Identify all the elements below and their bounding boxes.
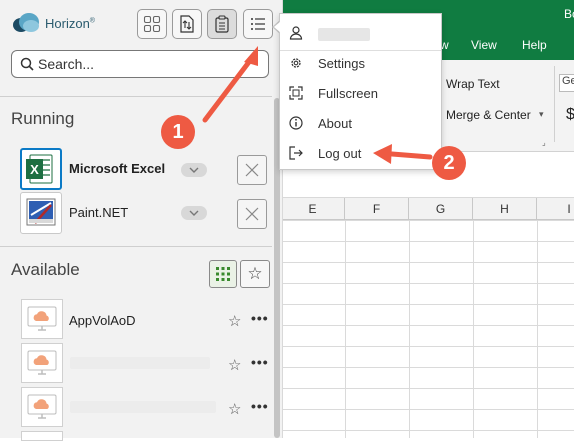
excel-app-icon[interactable]: X — [20, 148, 62, 190]
redacted-app-name[interactable] — [70, 357, 210, 369]
worksheet-grid[interactable] — [276, 220, 574, 438]
column-header-g[interactable]: G — [409, 198, 473, 220]
menu-item-user — [280, 18, 441, 48]
column-header-i[interactable]: I — [537, 198, 574, 220]
search-icon — [20, 57, 34, 71]
list-menu-icon — [251, 18, 265, 30]
remote-app-cloud-icon — [27, 394, 57, 419]
running-app-name-excel[interactable]: Microsoft Excel — [69, 161, 165, 176]
section-divider — [0, 246, 272, 247]
menu-pointer-fill — [274, 21, 281, 33]
dialog-launcher-icon[interactable]: ⌟ — [542, 138, 546, 147]
paintnet-app-icon[interactable] — [20, 192, 62, 234]
horizon-sidebar: Horizon® Search... Running X Microsoft E… — [0, 0, 283, 441]
menu-item-settings[interactable]: Settings — [280, 48, 441, 78]
star-icon: ☆ — [247, 264, 263, 283]
switch-desktop-button[interactable] — [137, 9, 167, 39]
available-app-name[interactable]: AppVolAoD — [69, 313, 136, 328]
favorite-star-icon[interactable]: ☆ — [228, 314, 241, 329]
redacted-app-name[interactable] — [70, 401, 216, 413]
paintnet-expand-button[interactable] — [181, 206, 207, 220]
file-transfer-button[interactable] — [172, 9, 202, 39]
logout-icon — [289, 146, 303, 160]
callout-badge-1: 1 — [161, 115, 195, 149]
excel-tab-help[interactable]: Help — [522, 38, 547, 52]
callout-badge-2: 2 — [432, 146, 466, 180]
menu-item-about[interactable]: About — [280, 108, 441, 138]
menu-label-logout: Log out — [318, 146, 362, 161]
gear-icon — [291, 58, 301, 68]
menu-item-logout[interactable]: Log out — [280, 138, 441, 168]
close-paintnet-button[interactable] — [237, 199, 267, 229]
favorite-star-icon[interactable]: ☆ — [228, 358, 241, 373]
currency-format-button[interactable]: $ — [566, 106, 574, 124]
menu-button[interactable] — [243, 9, 273, 39]
close-icon — [245, 207, 259, 221]
grid-view-button[interactable] — [209, 260, 237, 288]
more-options-icon[interactable]: ••• — [251, 311, 269, 325]
menu-label-settings: Settings — [318, 56, 365, 71]
menu-label-fullscreen: Fullscreen — [318, 86, 378, 101]
clipboard-button[interactable] — [207, 9, 237, 39]
merge-dropdown-icon[interactable]: ▾ — [539, 109, 544, 120]
user-icon — [289, 26, 303, 40]
clipboard-icon — [215, 15, 229, 33]
close-icon — [245, 163, 259, 177]
menu-label-about: About — [318, 116, 352, 131]
ribbon-separator — [554, 66, 555, 142]
column-header-f[interactable]: F — [345, 198, 409, 220]
favorites-filter-button[interactable]: ☆ — [240, 260, 270, 288]
grid-view-icon — [216, 267, 230, 281]
available-section-title: Available — [11, 260, 80, 279]
search-placeholder: Search... — [38, 56, 95, 72]
redacted-username — [318, 28, 370, 41]
chevron-down-icon — [189, 210, 199, 216]
number-format-select[interactable]: Ge — [559, 74, 574, 92]
available-app-icon[interactable] — [21, 299, 63, 339]
chevron-down-icon — [189, 167, 199, 173]
remote-app-cloud-icon — [27, 350, 57, 375]
section-divider — [0, 96, 272, 97]
excel-tab-view[interactable]: View — [471, 38, 497, 52]
file-transfer-icon — [180, 15, 194, 33]
apps-grid-icon — [143, 15, 161, 33]
running-section-title: Running — [11, 109, 75, 128]
available-app-icon[interactable] — [21, 387, 63, 427]
available-app-icon[interactable] — [21, 343, 63, 383]
available-app-icon[interactable] — [21, 431, 63, 441]
excel-title: Bo — [564, 7, 574, 21]
column-header-h[interactable]: H — [473, 198, 537, 220]
menu-item-fullscreen[interactable]: Fullscreen — [280, 78, 441, 108]
search-field[interactable]: Search... — [11, 50, 269, 78]
excel-icon: X — [26, 154, 53, 184]
wrap-text-button[interactable]: Wrap Text — [446, 77, 500, 91]
close-excel-button[interactable] — [237, 155, 267, 185]
paintnet-icon — [26, 198, 56, 226]
excel-expand-button[interactable] — [181, 163, 207, 177]
horizon-logo-icon — [13, 13, 39, 32]
svg-text:X: X — [30, 162, 39, 177]
favorite-star-icon[interactable]: ☆ — [228, 402, 241, 417]
running-app-name-paintnet[interactable]: Paint.NET — [69, 205, 128, 220]
merge-center-button[interactable]: Merge & Center — [446, 108, 531, 122]
fullscreen-icon — [289, 86, 303, 100]
more-options-icon[interactable]: ••• — [251, 399, 269, 413]
brand-name: Horizon® — [45, 16, 95, 31]
user-menu: Settings Fullscreen About Log out — [279, 13, 442, 170]
column-header-e[interactable]: E — [281, 198, 345, 220]
remote-app-cloud-icon — [27, 306, 57, 331]
more-options-icon[interactable]: ••• — [251, 355, 269, 369]
column-headers: E F G H I — [276, 198, 574, 220]
info-icon — [289, 116, 303, 130]
